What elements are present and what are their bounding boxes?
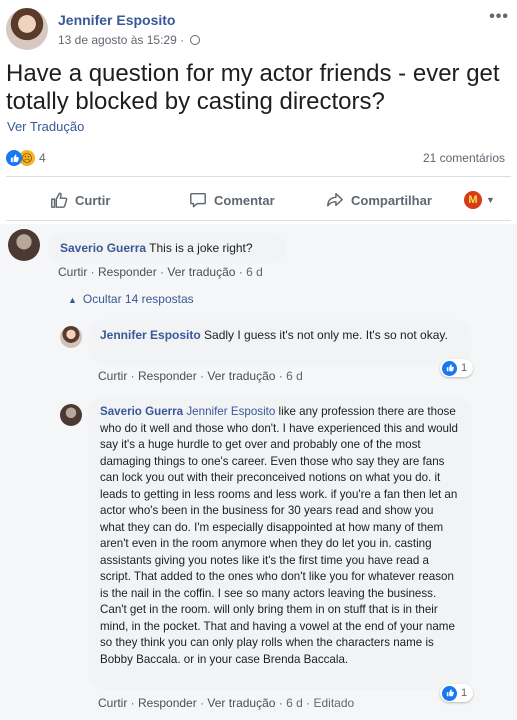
comment-button[interactable]: Comentar [189,184,275,216]
replier-avatar[interactable] [60,326,82,348]
commenter-avatar[interactable] [8,229,40,261]
post-timestamp[interactable]: 13 de agosto às 15:29 · [58,33,201,47]
comment-like-link[interactable]: Curtir [58,265,87,279]
reply-reaction-count[interactable]: 1 [440,359,474,377]
reply-reply-link[interactable]: Responder [138,369,197,383]
reply-reaction-count[interactable]: 1 [440,684,474,702]
post-timestamp-text[interactable]: 13 de agosto às 15:29 · [58,33,184,47]
comment-meta: Curtir · Responder · Ver tradução · 6 d [58,265,263,279]
reaction-count: 4 [39,151,46,165]
divider [6,176,511,177]
comment-time[interactable]: 6 d [246,265,263,279]
like-button[interactable]: Curtir [50,184,110,216]
comment-text: This is a joke right? [149,241,253,255]
reply-translate-link[interactable]: Ver tradução [207,696,275,710]
comment-translate-link[interactable]: Ver tradução [167,265,235,279]
like-reaction-icon [442,360,457,376]
post-text: Have a question for my actor friends - e… [6,60,500,115]
reply-text: Sadly I guess it's not only me. It's so … [204,328,448,342]
reply-edited-label[interactable]: Editado [313,696,354,710]
share-arrow-icon [327,192,343,207]
share-button[interactable]: Compartilhar [326,184,432,216]
hide-replies-toggle[interactable]: ▲ Ocultar 14 respostas [68,292,194,306]
reply-bubble: Saverio Guerra Jennifer Esposito like an… [88,396,472,690]
speech-bubble-icon [190,192,206,208]
reply-time[interactable]: 6 d [286,369,303,383]
reply-mention-tag[interactable]: Jennifer Esposito [186,405,275,418]
post-actions: Curtir Comentar Compartilhar M ▼ [6,184,511,216]
like-reaction-icon [442,685,457,701]
like-reaction-icon [6,150,22,166]
reply-bubble: Jennifer Esposito Sadly I guess it's not… [88,319,472,365]
reactions-summary[interactable]: ☹ 4 [6,150,46,166]
thumbs-up-icon [51,192,68,208]
comment-bubble: Saverio Guerra This is a joke right? [48,233,286,263]
reply-reaction-number: 1 [461,687,468,699]
translate-link[interactable]: Ver Tradução [7,119,84,134]
more-options-icon[interactable]: ••• [489,8,509,26]
reply-meta: Curtir · Responder · Ver tradução · 6 d … [98,696,355,710]
reply-reaction-number: 1 [461,362,468,374]
like-button-label[interactable]: Curtir [75,193,110,208]
comment-button-label[interactable]: Comentar [214,193,275,208]
post-author-name[interactable]: Jennifer Esposito [58,12,175,28]
globe-icon [190,35,201,45]
chevron-up-icon: ▲ [68,295,77,305]
chevron-down-icon: ▼ [486,195,495,205]
replier-avatar[interactable] [60,404,82,426]
reply-translate-link[interactable]: Ver tradução [207,369,275,383]
reply-text: like any profession there are those who … [100,405,458,666]
post-header: Jennifer Esposito 13 de agosto às 15:29 … [6,8,511,52]
divider [6,220,511,221]
comment-count[interactable]: 21 comentários [423,151,505,165]
reply-reply-link[interactable]: Responder [138,696,197,710]
author-avatar[interactable] [6,8,48,50]
comment-author[interactable]: Saverio Guerra [60,241,146,255]
reply-meta: Curtir · Responder · Ver tradução · 6 d [98,369,303,383]
hide-replies-label[interactable]: Ocultar 14 respostas [83,292,194,306]
react-as-selector[interactable]: M ▼ [464,184,495,216]
reply-author[interactable]: Jennifer Esposito [100,328,201,342]
reply-like-link[interactable]: Curtir [98,369,127,383]
comment-reply-link[interactable]: Responder [98,265,157,279]
reply-time[interactable]: 6 d [286,696,303,710]
page-avatar-icon: M [464,191,482,209]
reply-like-link[interactable]: Curtir [98,696,127,710]
reply-author[interactable]: Saverio Guerra [100,405,183,418]
share-button-label[interactable]: Compartilhar [351,193,432,208]
